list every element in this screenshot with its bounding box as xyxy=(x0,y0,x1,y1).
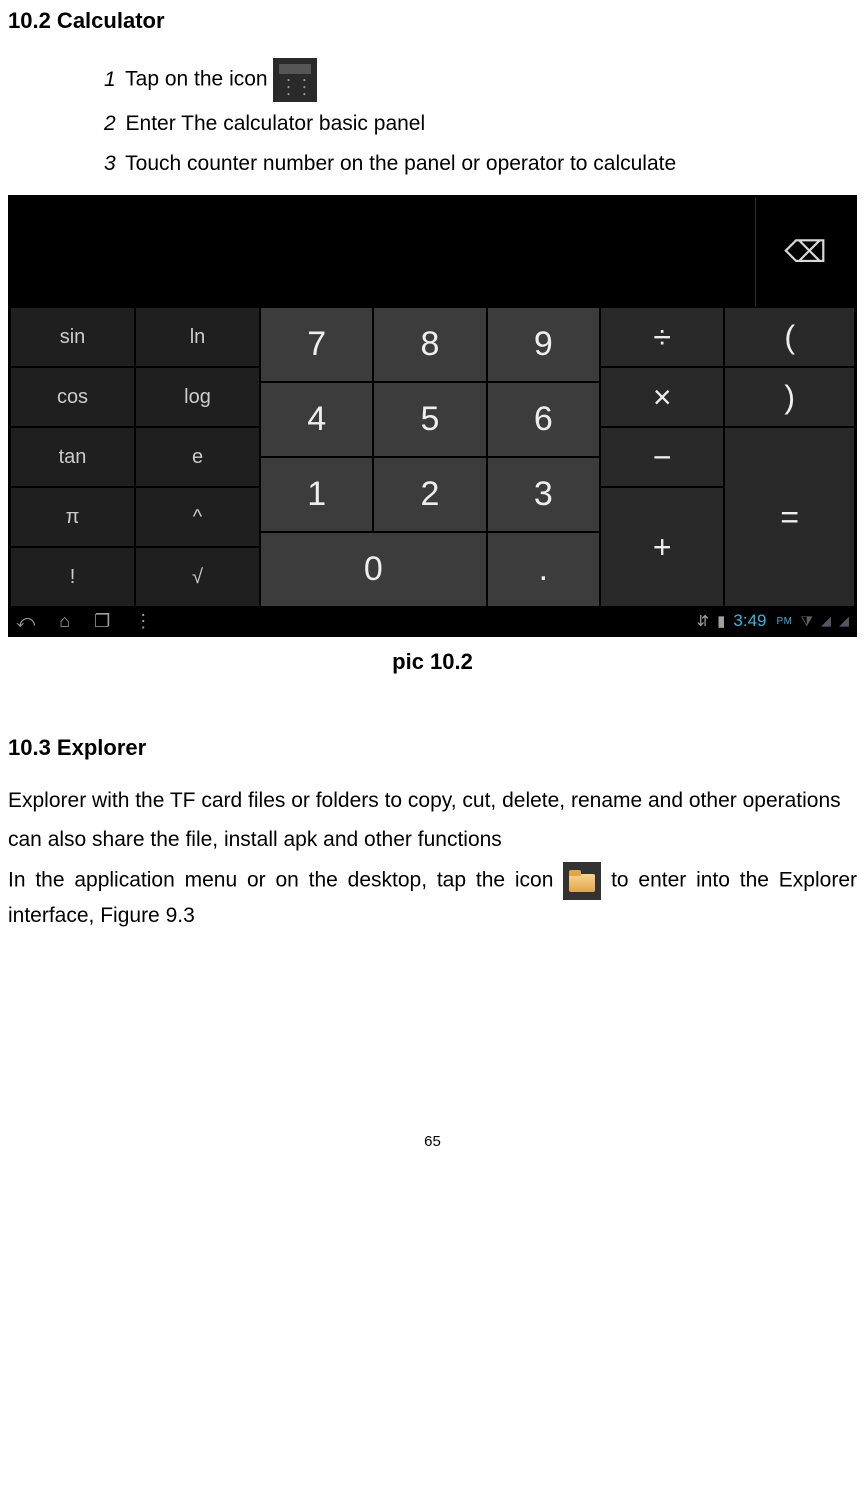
key-6[interactable]: 6 xyxy=(487,382,600,457)
wifi-icon: ⧩ xyxy=(801,613,814,630)
step-number: 2 xyxy=(104,112,116,135)
explorer-paragraph-3: In the application menu or on the deskto… xyxy=(8,862,857,933)
step-text: Tap on the icon xyxy=(125,68,267,91)
key-0[interactable]: 0 xyxy=(260,532,487,607)
explorer-paragraph-2: can also share the file, install apk and… xyxy=(8,824,857,857)
key-log[interactable]: log xyxy=(135,367,260,427)
explorer-app-icon xyxy=(563,862,601,900)
key-pow[interactable]: ^ xyxy=(135,487,260,547)
key-divide[interactable]: ÷ xyxy=(600,307,724,367)
usb-icon: ⇵ xyxy=(697,612,710,630)
scientific-keys: sin ln cos log tan e π ^ ! √ xyxy=(10,307,260,607)
key-4[interactable]: 4 xyxy=(260,382,373,457)
key-rparen[interactable]: ) xyxy=(724,367,855,427)
step-text: Touch counter number on the panel or ope… xyxy=(125,152,676,175)
signal-icon-2: ◢ xyxy=(839,613,849,629)
key-lparen[interactable]: ( xyxy=(724,307,855,367)
calculator-screenshot: ⌫ sin ln cos log tan e π ^ ! √ 7 8 9 4 5… xyxy=(8,195,857,637)
section-heading-explorer: 10.3 Explorer xyxy=(8,735,857,761)
page-number: 65 xyxy=(8,1133,857,1160)
steps-list: 1 Tap on the icon 2 Enter The calculator… xyxy=(104,58,857,181)
key-fact[interactable]: ! xyxy=(10,547,135,607)
operator-keys: ÷ ( × ) − = + xyxy=(600,307,855,607)
figure-caption: pic 10.2 xyxy=(8,649,857,675)
key-pi[interactable]: π xyxy=(10,487,135,547)
number-keys: 7 8 9 4 5 6 1 2 3 0 . xyxy=(260,307,600,607)
calculator-app-icon xyxy=(273,58,317,102)
key-subtract[interactable]: − xyxy=(600,427,724,487)
key-dot[interactable]: . xyxy=(487,532,600,607)
backspace-button[interactable]: ⌫ xyxy=(755,197,855,307)
step-3: 3 Touch counter number on the panel or o… xyxy=(104,146,857,182)
android-status-bar: ⤺ ⌂ ❐ ⋮ ⇵ ▮ 3:49 PM ⧩ ◢ ◢ xyxy=(10,607,855,635)
recent-apps-icon[interactable]: ❐ xyxy=(94,611,110,632)
key-sqrt[interactable]: √ xyxy=(135,547,260,607)
signal-icon: ◢ xyxy=(821,613,831,629)
key-sin[interactable]: sin xyxy=(10,307,135,367)
calculator-keypad: sin ln cos log tan e π ^ ! √ 7 8 9 4 5 6… xyxy=(10,307,855,607)
status-icons: ⇵ ▮ 3:49 PM ⧩ ◢ ◢ xyxy=(697,611,849,631)
key-multiply[interactable]: × xyxy=(600,367,724,427)
key-1[interactable]: 1 xyxy=(260,457,373,532)
key-cos[interactable]: cos xyxy=(10,367,135,427)
explorer-paragraph-1: Explorer with the TF card files or folde… xyxy=(8,785,857,818)
key-7[interactable]: 7 xyxy=(260,307,373,382)
menu-icon[interactable]: ⋮ xyxy=(134,611,152,632)
explorer-paragraph-3a: In the application menu or on the deskto… xyxy=(8,869,563,892)
key-3[interactable]: 3 xyxy=(487,457,600,532)
step-text: Enter The calculator basic panel xyxy=(126,112,426,135)
backspace-icon: ⌫ xyxy=(784,235,826,270)
key-9[interactable]: 9 xyxy=(487,307,600,382)
back-icon[interactable]: ⤺ xyxy=(16,611,35,632)
key-e[interactable]: e xyxy=(135,427,260,487)
clock-time: 3:49 xyxy=(733,611,766,631)
step-2: 2 Enter The calculator basic panel xyxy=(104,106,857,142)
step-number: 1 xyxy=(104,68,116,91)
battery-icon: ▮ xyxy=(717,612,725,630)
home-icon[interactable]: ⌂ xyxy=(59,611,70,632)
key-tan[interactable]: tan xyxy=(10,427,135,487)
key-ln[interactable]: ln xyxy=(135,307,260,367)
section-heading-calculator: 10.2 Calculator xyxy=(8,8,857,34)
key-equals[interactable]: = xyxy=(724,427,855,607)
key-5[interactable]: 5 xyxy=(373,382,486,457)
nav-buttons: ⤺ ⌂ ❐ ⋮ xyxy=(16,611,152,632)
step-1: 1 Tap on the icon xyxy=(104,58,857,102)
calculator-display[interactable]: ⌫ xyxy=(10,197,855,307)
step-number: 3 xyxy=(104,152,116,175)
key-2[interactable]: 2 xyxy=(373,457,486,532)
key-add[interactable]: + xyxy=(600,487,724,607)
key-8[interactable]: 8 xyxy=(373,307,486,382)
clock-ampm: PM xyxy=(777,616,793,627)
